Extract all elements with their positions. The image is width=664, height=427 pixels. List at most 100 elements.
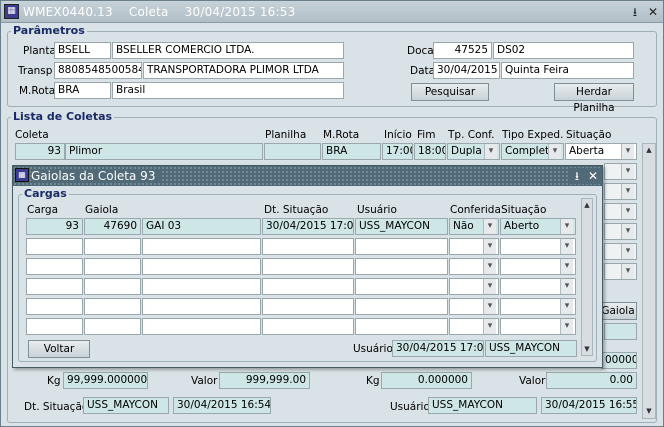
coleta-number-cell[interactable]: 93 <box>15 143 65 160</box>
situacao-select-empty[interactable] <box>604 243 637 260</box>
usuario-cell[interactable] <box>355 258 448 275</box>
conferida-select[interactable]: Não <box>449 218 499 235</box>
doca-code-field[interactable]: DS02 <box>493 42 634 59</box>
situacao-select[interactable] <box>500 258 576 275</box>
inicio-cell[interactable]: 17:00 <box>382 143 413 160</box>
herdar-planilha-button[interactable]: Herdar Planilha <box>554 83 634 114</box>
scroll-down-icon[interactable]: ▼ <box>644 406 654 416</box>
gaiola-number-cell[interactable] <box>84 238 141 255</box>
usuario-cell[interactable]: USS_MAYCON <box>355 218 448 235</box>
carga-cell[interactable]: 93 <box>26 218 83 235</box>
gaiola-name-cell[interactable] <box>142 238 261 255</box>
situacao-select-empty[interactable] <box>604 183 637 200</box>
situacao-select[interactable] <box>500 238 576 255</box>
app-icon: ▦ <box>4 4 19 19</box>
conferida-select[interactable] <box>449 258 499 275</box>
dialog-minimize-icon[interactable]: ⭳ <box>569 168 585 184</box>
dialog-title: Gaiolas da Coleta 93 <box>31 169 162 183</box>
gaiola-name-cell[interactable] <box>142 278 261 295</box>
transp-label: Transp <box>18 65 53 77</box>
cargas-title: Cargas <box>22 187 69 200</box>
conferida-select[interactable] <box>449 238 499 255</box>
valor2-label: Valor <box>519 375 546 387</box>
data-field[interactable]: 30/04/2015 <box>433 62 500 79</box>
usuario-cell[interactable] <box>355 238 448 255</box>
scroll-up-icon[interactable]: ▲ <box>644 145 654 155</box>
dt-situacao-cell[interactable]: 30/04/2015 17:07 <box>262 218 354 235</box>
coleta-name-cell[interactable]: Plimor <box>65 143 263 160</box>
tpconf-select[interactable]: Dupla <box>447 143 500 160</box>
usuario-label: Usuário <box>390 401 430 413</box>
dt-situacao-cell[interactable] <box>262 278 354 295</box>
planilha-header: Planilha <box>265 129 307 141</box>
kg1-label: Kg <box>47 375 61 387</box>
usuario-cell[interactable] <box>355 278 448 295</box>
mrota-code-field[interactable]: BRA <box>54 82 111 99</box>
dt-situacao-header: Dt. Situação <box>264 204 329 216</box>
minimize-icon[interactable]: ⭳ <box>627 4 643 20</box>
conferida-select[interactable] <box>449 278 499 295</box>
pesquisar-button[interactable]: Pesquisar <box>411 83 489 101</box>
gaiola-number-cell[interactable] <box>84 318 141 335</box>
inicio-header: Início <box>384 129 412 141</box>
valor2-field: 0.00 <box>546 372 637 389</box>
tipoexped-select[interactable]: Completa <box>501 143 564 160</box>
gaiola-name-cell[interactable] <box>142 298 261 315</box>
planilha-cell[interactable] <box>264 143 321 160</box>
dt-situacao-cell[interactable] <box>262 258 354 275</box>
scroll-up-icon[interactable]: ▲ <box>582 200 592 210</box>
dt-situacao-cell[interactable] <box>262 238 354 255</box>
gaiola-number-cell[interactable]: 47690 <box>84 218 141 235</box>
close-icon[interactable]: ✕ <box>645 4 661 20</box>
dt-situacao-cell[interactable] <box>262 298 354 315</box>
gaiola-button[interactable]: Gaiola <box>599 302 637 320</box>
situacao-select-empty[interactable] <box>604 203 637 220</box>
carga-cell[interactable] <box>26 278 83 295</box>
situacao-select[interactable]: Aberto <box>500 218 576 235</box>
situacao-select-empty[interactable] <box>604 263 637 280</box>
scroll-down-icon[interactable]: ▼ <box>582 344 592 354</box>
gaiola-number-cell[interactable] <box>84 278 141 295</box>
gaiola-name-cell[interactable] <box>142 318 261 335</box>
usuario-cell[interactable] <box>355 298 448 315</box>
planta-code-field[interactable]: BSELL <box>54 42 111 59</box>
situacao-select[interactable] <box>500 278 576 295</box>
conferida-select[interactable] <box>449 298 499 315</box>
parametros-title: Parâmetros <box>11 24 87 37</box>
transp-code-field[interactable]: 88085485005840 <box>54 62 142 79</box>
usuario-cell[interactable] <box>355 318 448 335</box>
planta-name-field[interactable]: BSELLER COMERCIO LTDA. <box>112 42 344 59</box>
dialog-app-icon: ▦ <box>15 168 29 182</box>
kg1-field: 99,999.000000 <box>63 372 148 389</box>
dialog-close-icon[interactable]: ✕ <box>585 168 601 184</box>
valor1-label: Valor <box>191 375 218 387</box>
voltar-button[interactable]: Voltar <box>28 340 90 358</box>
mrota-name-field[interactable]: Brasil <box>112 82 344 99</box>
cargas-scrollbar[interactable]: ▲ ▼ <box>581 198 593 356</box>
situacao-select-empty[interactable] <box>604 163 637 180</box>
transp-name-field[interactable]: TRANSPORTADORA PLIMOR LTDA <box>143 62 344 79</box>
dt-situacao-cell[interactable] <box>262 318 354 335</box>
lista-scrollbar[interactable]: ▲ ▼ <box>642 143 656 419</box>
doca-label: Doca <box>407 45 434 57</box>
carga-cell[interactable] <box>26 258 83 275</box>
data-weekday-field: Quinta Feira <box>501 62 634 79</box>
carga-cell[interactable] <box>26 238 83 255</box>
gaiola-number-cell[interactable] <box>84 258 141 275</box>
fim-cell[interactable]: 18:00 <box>414 143 446 160</box>
conferida-select[interactable] <box>449 318 499 335</box>
footer-usuario-label: Usuário <box>353 343 393 355</box>
situacao-select-empty[interactable] <box>604 223 637 240</box>
situacao-select[interactable] <box>500 318 576 335</box>
mrota-cell[interactable]: BRA <box>322 143 381 160</box>
carga-cell[interactable] <box>26 298 83 315</box>
doca-num-field[interactable]: 47525 <box>433 42 492 59</box>
situacao-select[interactable] <box>500 298 576 315</box>
situacao-select[interactable]: Aberta <box>565 143 637 160</box>
carga-cell[interactable] <box>26 318 83 335</box>
gaiola-name-cell[interactable]: GAI 03 <box>142 218 261 235</box>
gaiola-number-cell[interactable] <box>84 298 141 315</box>
gaiola-name-cell[interactable] <box>142 258 261 275</box>
usuario-date-field: 30/04/2015 16:55 <box>541 397 637 414</box>
tipoexped-header: Tipo Exped. <box>502 129 564 141</box>
